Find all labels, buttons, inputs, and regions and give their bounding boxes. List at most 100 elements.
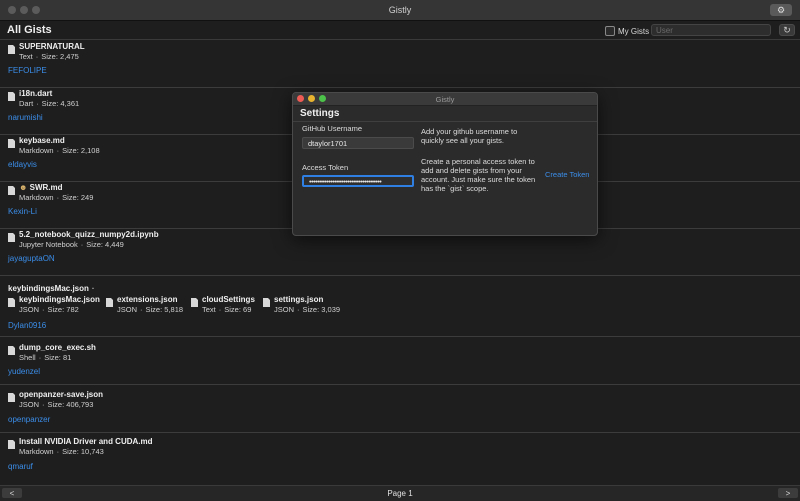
gist-row[interactable]: keybindingsMac.json · keybindingsMac.json…: [0, 275, 800, 337]
page-indicator: Page 1: [387, 489, 413, 498]
user-search-input[interactable]: [651, 24, 771, 36]
document-icon: [8, 186, 15, 195]
page-title: All Gists: [7, 24, 52, 36]
file-name: extensions.json: [117, 295, 178, 304]
file-size: Size: 81: [44, 353, 72, 362]
document-icon: [8, 139, 15, 148]
document-icon: [8, 346, 15, 355]
gist-owner-link[interactable]: FEFOLIPE: [8, 66, 47, 75]
file-type: Dart: [19, 99, 34, 108]
gist-owner-link[interactable]: qmaruf: [8, 462, 33, 471]
window-title: Gistly: [388, 5, 412, 15]
gist-row[interactable]: openpanzer-save.json JSON · Size: 406,793 …: [0, 385, 800, 433]
file-size: Size: 10,743: [62, 447, 104, 456]
gist-file[interactable]: keybase.md Markdown · Size: 2,108: [8, 136, 100, 155]
file-name: cloudSettings: [202, 295, 255, 304]
file-name: SUPERNATURAL: [19, 42, 85, 51]
gist-owner-link[interactable]: openpanzer: [8, 415, 50, 424]
document-icon: [8, 233, 15, 242]
settings-heading: Settings: [300, 108, 340, 119]
pagination-bar: < Page 1 >: [0, 485, 800, 501]
gist-file[interactable]: keybindingsMac.json JSON · Size: 782: [8, 295, 100, 314]
file-name: keybase.md: [19, 136, 65, 145]
gist-owner-link[interactable]: eldayvis: [8, 160, 37, 169]
next-page-button[interactable]: >: [778, 488, 798, 498]
gist-file[interactable]: cloudSettings Text · Size: 69: [191, 295, 255, 314]
document-icon: [8, 45, 15, 54]
file-type: JSON: [117, 305, 138, 314]
file-name: Install NVIDIA Driver and CUDA.md: [19, 437, 153, 446]
gist-file[interactable]: settings.json JSON · Size: 3,039: [263, 295, 340, 314]
username-help-text: Add your github username to quickly see …: [421, 127, 518, 145]
file-name: 5.2_notebook_quizz_numpy2d.ipynb: [19, 230, 159, 239]
document-icon: [8, 393, 15, 402]
gist-title: keybindingsMac.json ·: [8, 284, 95, 293]
create-token-link[interactable]: Create Token: [545, 170, 589, 179]
gist-row[interactable]: dump_core_exec.sh Shell · Size: 81 yudenze…: [0, 337, 800, 385]
gist-owner-link[interactable]: jayaguptaON: [8, 254, 55, 263]
refresh-button[interactable]: ↻: [779, 24, 795, 36]
document-icon: [8, 92, 15, 101]
gear-icon: ⚙: [776, 4, 786, 15]
document-icon: [8, 298, 15, 307]
gist-file[interactable]: ☻ SWR.md Markdown · Size: 249: [8, 183, 93, 202]
gist-file[interactable]: extensions.json JSON · Size: 5,818: [106, 295, 183, 314]
window-titlebar: Gistly ⚙: [0, 0, 800, 21]
file-size: Size: 2,475: [41, 52, 79, 61]
divider: [293, 121, 597, 122]
file-name: settings.json: [274, 295, 324, 304]
file-type: Markdown: [19, 193, 54, 202]
gist-row[interactable]: Install NVIDIA Driver and CUDA.md Markdo…: [0, 432, 800, 484]
settings-button[interactable]: ⚙: [770, 4, 792, 16]
file-size: Size: 4,361: [41, 99, 80, 108]
my-gists-checkbox[interactable]: [605, 26, 615, 36]
gist-file[interactable]: dump_core_exec.sh Shell · Size: 81: [8, 343, 96, 362]
markdown-emoji-icon: ☻: [19, 183, 30, 192]
file-type: Jupyter Notebook: [19, 240, 78, 249]
file-type: JSON: [19, 305, 40, 314]
file-type: Markdown: [19, 447, 54, 456]
username-input[interactable]: [302, 137, 414, 149]
file-size: Size: 2,108: [62, 146, 100, 155]
file-type: JSON: [19, 400, 40, 409]
gist-file[interactable]: openpanzer-save.json JSON · Size: 406,793: [8, 390, 103, 409]
gist-file[interactable]: 5.2_notebook_quizz_numpy2d.ipynb Jupyter…: [8, 230, 159, 249]
settings-window: Gistly Settings GitHub Username Add your…: [292, 92, 598, 236]
my-gists-toggle[interactable]: My Gists: [605, 26, 649, 36]
file-size: Size: 4,449: [86, 240, 124, 249]
chevron-right-icon: >: [785, 488, 791, 498]
refresh-icon: ↻: [783, 24, 791, 35]
my-gists-label: My Gists: [618, 26, 650, 36]
file-name: dump_core_exec.sh: [19, 343, 96, 352]
file-size: Size: 249: [62, 193, 94, 202]
gist-file[interactable]: Install NVIDIA Driver and CUDA.md Markdo…: [8, 437, 153, 456]
settings-titlebar: Gistly: [293, 93, 597, 106]
file-type: Text: [19, 52, 33, 61]
file-size: Size: 406,793: [47, 400, 94, 409]
document-icon: [263, 298, 270, 307]
username-label: GitHub Username: [302, 124, 363, 133]
document-icon: [8, 440, 15, 449]
gist-row[interactable]: SUPERNATURAL Text · Size: 2,475 FEFOLIPE: [0, 40, 800, 88]
file-name: openpanzer-save.json: [19, 390, 104, 399]
settings-window-title: Gistly: [435, 95, 455, 104]
file-type: Text: [202, 305, 216, 314]
file-type: Markdown: [19, 146, 54, 155]
gist-file[interactable]: SUPERNATURAL Text · Size: 2,475: [8, 42, 85, 61]
file-name: i18n.dart: [19, 89, 53, 98]
gist-owner-link[interactable]: Dylan0916: [8, 321, 46, 330]
file-size: Size: 782: [47, 305, 79, 314]
file-name: ☻ SWR.md: [19, 183, 93, 192]
file-size: Size: 3,039: [302, 305, 341, 314]
gist-owner-link[interactable]: yudenzel: [8, 367, 40, 376]
access-token-input[interactable]: [302, 175, 414, 187]
file-name: keybindingsMac.json: [19, 295, 100, 304]
toolbar: All Gists My Gists ↻: [0, 21, 800, 40]
gist-owner-link[interactable]: narumishi: [8, 113, 43, 122]
gist-owner-link[interactable]: Kexin-Li: [8, 207, 37, 216]
file-name-text: SWR.md: [29, 183, 63, 192]
gist-file[interactable]: i18n.dart Dart · Size: 4,361: [8, 89, 79, 108]
file-size: Size: 69: [224, 305, 252, 314]
file-type: JSON: [274, 305, 295, 314]
token-label: Access Token: [302, 163, 349, 172]
